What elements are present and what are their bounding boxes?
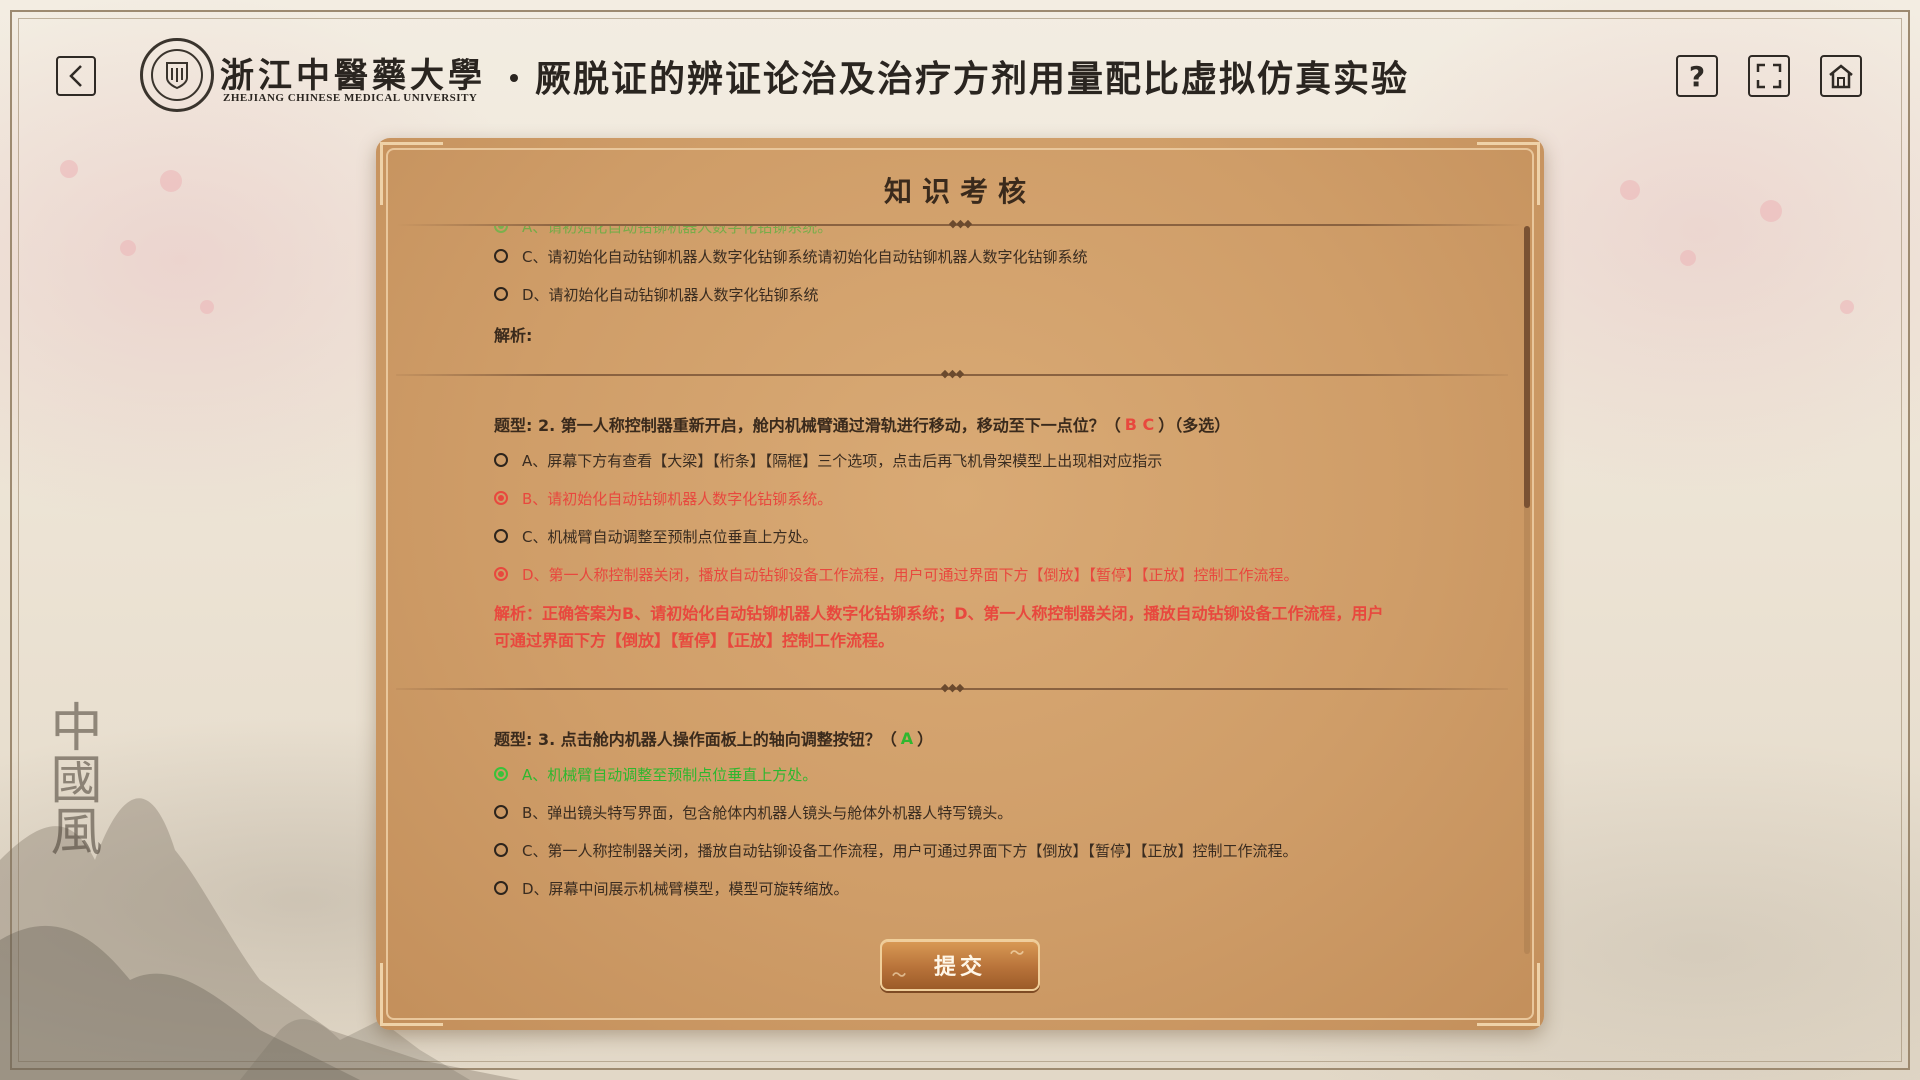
q2-option-b[interactable]: B、请初始化自动钻铆机器人数字化钻铆系统。 xyxy=(494,486,832,510)
page-title: 厥脱证的辨证论治及治疗方剂用量配比虚拟仿真实验 xyxy=(535,50,1409,102)
option-text: C、机械臂自动调整至预制点位垂直上方处。 xyxy=(522,527,818,546)
option-text: A、机械臂自动调整至预制点位垂直上方处。 xyxy=(522,765,818,784)
scrollbar-thumb[interactable] xyxy=(1524,226,1530,508)
university-logo xyxy=(140,38,214,112)
blossom-decoration xyxy=(120,240,136,256)
radio-button[interactable] xyxy=(494,805,508,819)
home-icon xyxy=(1829,64,1853,89)
scrollbar[interactable] xyxy=(1524,226,1530,954)
blossom-decoration xyxy=(1840,300,1854,314)
cloud-swirl-icon: ～ xyxy=(892,968,910,984)
option-text: A、屏幕下方有查看【大梁】【桁条】【隔框】三个选项，点击后再飞机骨架模型上出现相… xyxy=(522,451,1163,470)
q3-option-d[interactable]: D、屏幕中间展示机械臂模型，模型可旋转缩放。 xyxy=(494,876,849,900)
option-text: A、请初始化自动钻铆机器人数字化钻铆系统。 xyxy=(522,226,833,236)
header: 浙江中醫藥大學 ZHEJIANG CHINESE MEDICAL UNIVERS… xyxy=(0,0,1920,150)
q2-heading-suffix: ）（多选） xyxy=(1158,416,1231,435)
q2-option-c[interactable]: C、机械臂自动调整至预制点位垂直上方处。 xyxy=(494,524,817,548)
q3-option-a[interactable]: A、机械臂自动调整至预制点位垂直上方处。 xyxy=(494,762,817,786)
q1-option-c[interactable]: C、请初始化自动钻铆机器人数字化钻铆系统请初始化自动钻铆机器人数字化钻铆系统 xyxy=(494,244,1087,268)
blossom-decoration xyxy=(200,300,214,314)
page-title-text: 厥脱证的辨证论治及治疗方剂用量配比虚拟仿真实验 xyxy=(535,58,1410,100)
q2-answer: B C xyxy=(1124,414,1155,434)
logo-emblem-icon xyxy=(151,49,203,101)
fullscreen-icon xyxy=(1756,63,1782,89)
title-bullet xyxy=(510,74,518,82)
home-button[interactable] xyxy=(1820,55,1862,97)
university-name-en: ZHEJIANG CHINESE MEDICAL UNIVERSITY xyxy=(223,92,478,104)
q2-heading: 题型: 2. 第一人称控制器重新开启，舱内机械臂通过滑轨进行移动，移动至下一点位… xyxy=(494,412,1230,436)
q3-heading-suffix: ） xyxy=(917,730,934,749)
back-button[interactable] xyxy=(56,56,96,96)
option-text: D、屏幕中间展示机械臂模型，模型可旋转缩放。 xyxy=(522,879,849,898)
q2-analysis: 解析：正确答案为B、请初始化自动钻铆机器人数字化钻铆系统；D、第一人称控制器关闭… xyxy=(494,604,1384,650)
q2-option-a[interactable]: A、屏幕下方有查看【大梁】【桁条】【隔框】三个选项，点击后再飞机骨架模型上出现相… xyxy=(494,448,1162,472)
panel-title: 知识考核 xyxy=(883,175,1036,208)
fullscreen-button[interactable] xyxy=(1748,55,1790,97)
option-text: C、请初始化自动钻铆机器人数字化钻铆系统请初始化自动钻铆机器人数字化钻铆系统 xyxy=(522,247,1088,266)
quiz-panel: 知识考核 ◆◆◆ A、请初始化自动钻铆机器人数字化钻铆系统。 C、请初始化自动钻… xyxy=(376,138,1544,1030)
radio-button[interactable] xyxy=(494,226,508,233)
option-text: D、第一人称控制器关闭，播放自动钻铆设备工作流程，用户可通过界面下方【倒放】【暂… xyxy=(522,565,1299,584)
divider-knot-icon: ◆◆◆ xyxy=(940,681,964,694)
option-text: B、请初始化自动钻铆机器人数字化钻铆系统。 xyxy=(522,489,833,508)
help-button[interactable]: ? xyxy=(1676,55,1718,97)
option-text: D、请初始化自动钻铆机器人数字化钻铆系统 xyxy=(522,285,819,304)
university-name-cn: 浙江中醫藥大學 xyxy=(220,56,486,96)
option-text: C、第一人称控制器关闭，播放自动钻铆设备工作流程，用户可通过界面下方【倒放】【暂… xyxy=(522,841,1298,860)
q1-option-a[interactable]: A、请初始化自动钻铆机器人数字化钻铆系统。 xyxy=(494,226,832,238)
cloud-swirl-icon: ～ xyxy=(1010,946,1028,962)
submit-button[interactable]: ～ 提交 ～ xyxy=(880,939,1040,991)
radio-button[interactable] xyxy=(494,567,508,581)
radio-button[interactable] xyxy=(494,843,508,857)
option-text: B、弹出镜头特写界面，包含舱体内机器人镜头与舱体外机器人特写镜头。 xyxy=(522,803,1013,822)
question-list[interactable]: A、请初始化自动钻铆机器人数字化钻铆系统。 C、请初始化自动钻铆机器人数字化钻铆… xyxy=(396,226,1508,952)
q1-analysis-label: 解析: xyxy=(494,326,533,345)
q3-option-b[interactable]: B、弹出镜头特写界面，包含舱体内机器人镜头与舱体外机器人特写镜头。 xyxy=(494,800,1012,824)
panel-corner-ornament xyxy=(1477,963,1540,1026)
radio-button[interactable] xyxy=(494,249,508,263)
q3-heading: 题型: 3. 点击舱内机器人操作面板上的轴向调整按钮？（ A ） xyxy=(494,726,933,750)
q2-option-d[interactable]: D、第一人称控制器关闭，播放自动钻铆设备工作流程，用户可通过界面下方【倒放】【暂… xyxy=(494,562,1299,586)
question-mark-icon: ? xyxy=(1688,59,1706,93)
radio-button[interactable] xyxy=(494,453,508,467)
question-divider: ◆◆◆ xyxy=(396,682,1508,694)
q1-option-d[interactable]: D、请初始化自动钻铆机器人数字化钻铆系统 xyxy=(494,282,819,306)
blossom-decoration xyxy=(1620,180,1640,200)
radio-button[interactable] xyxy=(494,767,508,781)
chevron-left-icon xyxy=(69,65,82,87)
q3-answer: A xyxy=(900,728,914,748)
q2-heading-prefix: 题型: 2. 第一人称控制器重新开启，舱内机械臂通过滑轨进行移动，移动至下一点位… xyxy=(494,416,1121,435)
calligraphy-decoration: 中國風 xyxy=(41,700,101,856)
submit-label: 提交 xyxy=(933,955,986,980)
blossom-decoration xyxy=(60,160,78,178)
radio-button[interactable] xyxy=(494,881,508,895)
q3-option-c[interactable]: C、第一人称控制器关闭，播放自动钻铆设备工作流程，用户可通过界面下方【倒放】【暂… xyxy=(494,838,1297,862)
blossom-decoration xyxy=(160,170,182,192)
blossom-decoration xyxy=(1760,200,1782,222)
radio-button[interactable] xyxy=(494,491,508,505)
divider-knot-icon: ◆◆◆ xyxy=(940,367,964,380)
q3-heading-prefix: 题型: 3. 点击舱内机器人操作面板上的轴向调整按钮？（ xyxy=(494,730,897,749)
radio-button[interactable] xyxy=(494,529,508,543)
panel-corner-ornament xyxy=(380,963,443,1026)
question-divider: ◆◆◆ xyxy=(396,368,1508,380)
blossom-decoration xyxy=(1680,250,1696,266)
radio-button[interactable] xyxy=(494,287,508,301)
